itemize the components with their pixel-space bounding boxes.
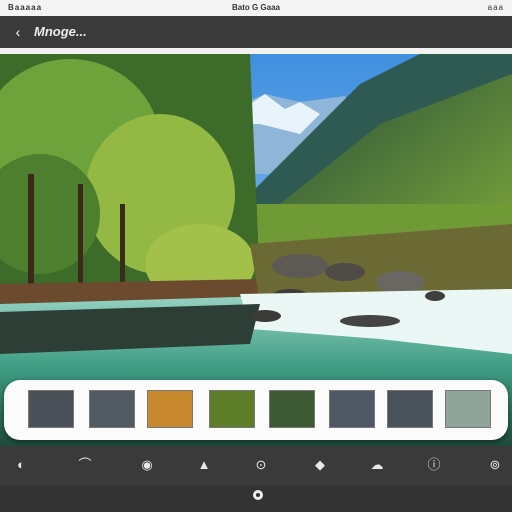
bottom-bar: [0, 486, 512, 512]
swatch-amber[interactable]: [147, 390, 193, 428]
page-title: Mnoge...: [34, 24, 87, 39]
more-icon[interactable]: ⊚: [484, 454, 506, 476]
info-icon[interactable]: ⓘ: [423, 454, 445, 476]
status-right-text: aaa: [487, 3, 504, 12]
horizon-icon[interactable]: ⌒: [74, 454, 96, 476]
swatch-green[interactable]: [209, 390, 255, 428]
app-bar: ‹ Mnoge...: [0, 16, 512, 48]
swatch-slate-4[interactable]: [387, 390, 433, 428]
cloud-icon[interactable]: ☁: [366, 454, 388, 476]
status-center-text: Bato G Gaaa: [231, 3, 280, 12]
drop-icon[interactable]: ◐: [10, 454, 32, 476]
focus-icon[interactable]: ⊙: [250, 454, 272, 476]
tool-bar: ◐ ⌒ ◉ ▲ ⊙ ◆ ☁ ⓘ ⊚: [0, 446, 512, 486]
mountain-icon[interactable]: ▲: [193, 454, 215, 476]
home-indicator[interactable]: [253, 490, 263, 500]
color-palette: [4, 380, 508, 440]
status-bar: Baaaaa Bato G Gaaa aaa: [0, 0, 512, 16]
swatch-slate-3[interactable]: [329, 390, 375, 428]
camera-icon[interactable]: ◉: [136, 454, 158, 476]
swatch-slate-2[interactable]: [89, 390, 135, 428]
shape-icon[interactable]: ◆: [309, 454, 331, 476]
swatch-slate-1[interactable]: [28, 390, 74, 428]
swatch-sage[interactable]: [445, 390, 491, 428]
chevron-left-icon[interactable]: ‹: [10, 24, 26, 40]
swatch-dark-green[interactable]: [269, 390, 315, 428]
